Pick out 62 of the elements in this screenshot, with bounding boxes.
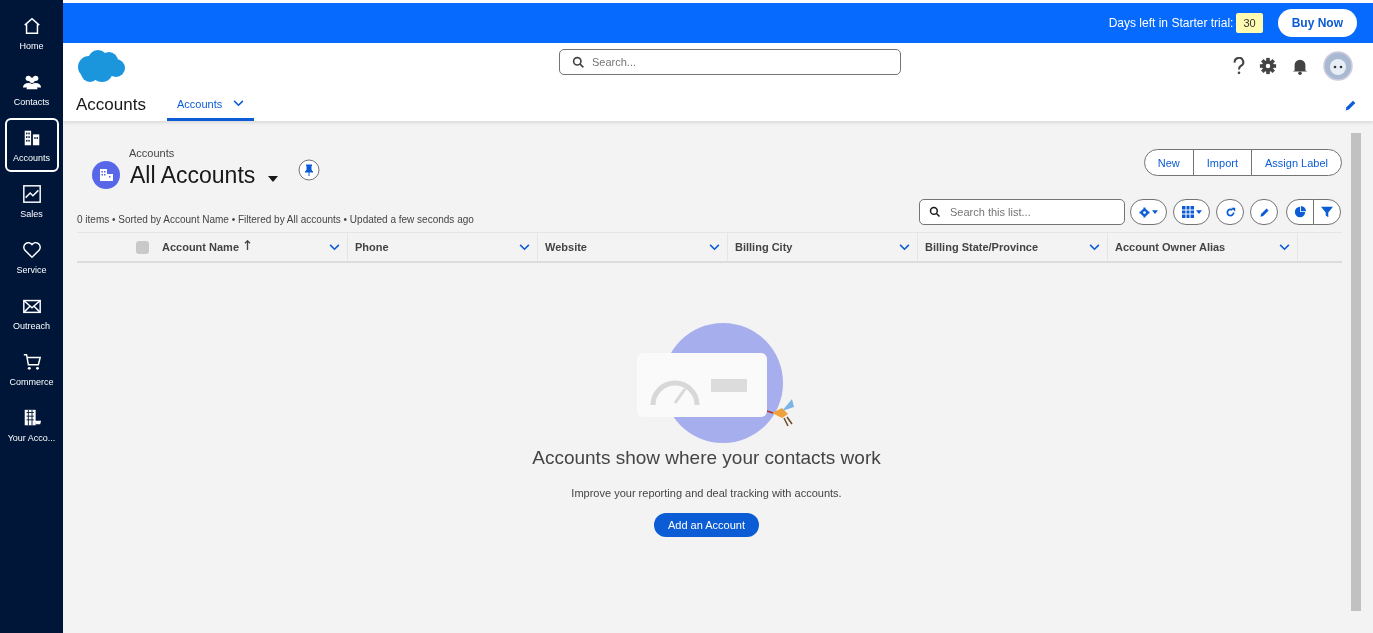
filter-icon (1321, 206, 1333, 218)
action-button[interactable]: New (1143, 149, 1194, 176)
settings-icon[interactable] (1259, 57, 1277, 75)
nav-item[interactable]: Commerce (4, 342, 59, 396)
refresh-button[interactable] (1216, 199, 1244, 225)
chevron-icon (709, 243, 720, 251)
trial-label: Days left in Starter trial: (1108, 16, 1234, 30)
pencil-icon (1258, 206, 1270, 218)
edit-button[interactable] (1250, 199, 1278, 225)
select-all-checkbox[interactable] (136, 240, 149, 254)
table-icon (1181, 206, 1194, 218)
filter-button[interactable] (1313, 199, 1341, 225)
breadcrumb: Accounts (128, 147, 176, 159)
heart-icon (21, 239, 42, 260)
nav-item[interactable]: Contacts (4, 62, 59, 116)
add-account-button[interactable]: Add an Account (653, 513, 760, 537)
pie-chart-icon (1294, 206, 1306, 218)
scrollbar[interactable] (1351, 133, 1361, 611)
pencil-icon[interactable] (1344, 98, 1357, 112)
nav-item[interactable]: Home (4, 6, 59, 60)
help-icon[interactable] (1233, 57, 1245, 75)
column-header[interactable]: Billing State/Province (918, 233, 1108, 261)
column-header[interactable]: Account Owner Alias (1108, 233, 1298, 261)
chart-button[interactable] (1286, 199, 1314, 225)
caret-icon (1195, 210, 1202, 214)
nav-item[interactable]: Sales (4, 174, 59, 228)
building-icon (92, 161, 120, 189)
pin-icon[interactable] (298, 159, 321, 181)
chevron-icon (329, 243, 340, 251)
days-count: 30 (1236, 13, 1263, 33)
cart-icon (21, 351, 42, 372)
list-search-field[interactable]: Search this list... (919, 199, 1125, 225)
cloud-logo[interactable] (76, 49, 126, 83)
nav-item[interactable]: Your Acco... (4, 398, 59, 452)
app-name: Accounts (76, 95, 146, 115)
column-header[interactable]: Billing City (728, 233, 918, 261)
column-header[interactable]: Phone (348, 233, 538, 261)
empty-state-text: Improve your reporting and deal tracking with accounts. (571, 487, 842, 499)
display-as-button[interactable] (1173, 199, 1210, 225)
list-title: All Accounts (130, 161, 256, 189)
nav-item[interactable]: Accounts (4, 118, 59, 172)
chevron-icon (233, 100, 245, 107)
chevron-icon (899, 243, 910, 251)
refresh-icon (1224, 206, 1236, 218)
nav-item[interactable]: Outreach (4, 286, 59, 340)
column-header[interactable]: Website (538, 233, 728, 261)
action-button[interactable]: Import (1192, 149, 1252, 176)
list-settings-button[interactable] (1130, 199, 1167, 225)
chart-icon (21, 183, 42, 204)
caret-icon[interactable] (268, 176, 279, 182)
chevron-icon (1089, 243, 1100, 251)
action-button[interactable]: Assign Label (1251, 149, 1342, 176)
chevron-icon (519, 243, 530, 251)
home-icon (21, 15, 42, 36)
chevron-icon (1279, 243, 1290, 251)
nav-item[interactable]: Service (4, 230, 59, 284)
search-field[interactable]: Search... (559, 49, 901, 75)
buy-now-button[interactable]: Buy Now (1277, 9, 1357, 37)
list-status: 0 items • Sorted by Account Name • Filtered by All accounts • Updated a few seconds ago (77, 213, 474, 225)
empty-state-title: Accounts show where your contacts work (532, 447, 881, 469)
column-header[interactable]: Account Name (155, 233, 348, 261)
caret-icon (1152, 210, 1158, 214)
